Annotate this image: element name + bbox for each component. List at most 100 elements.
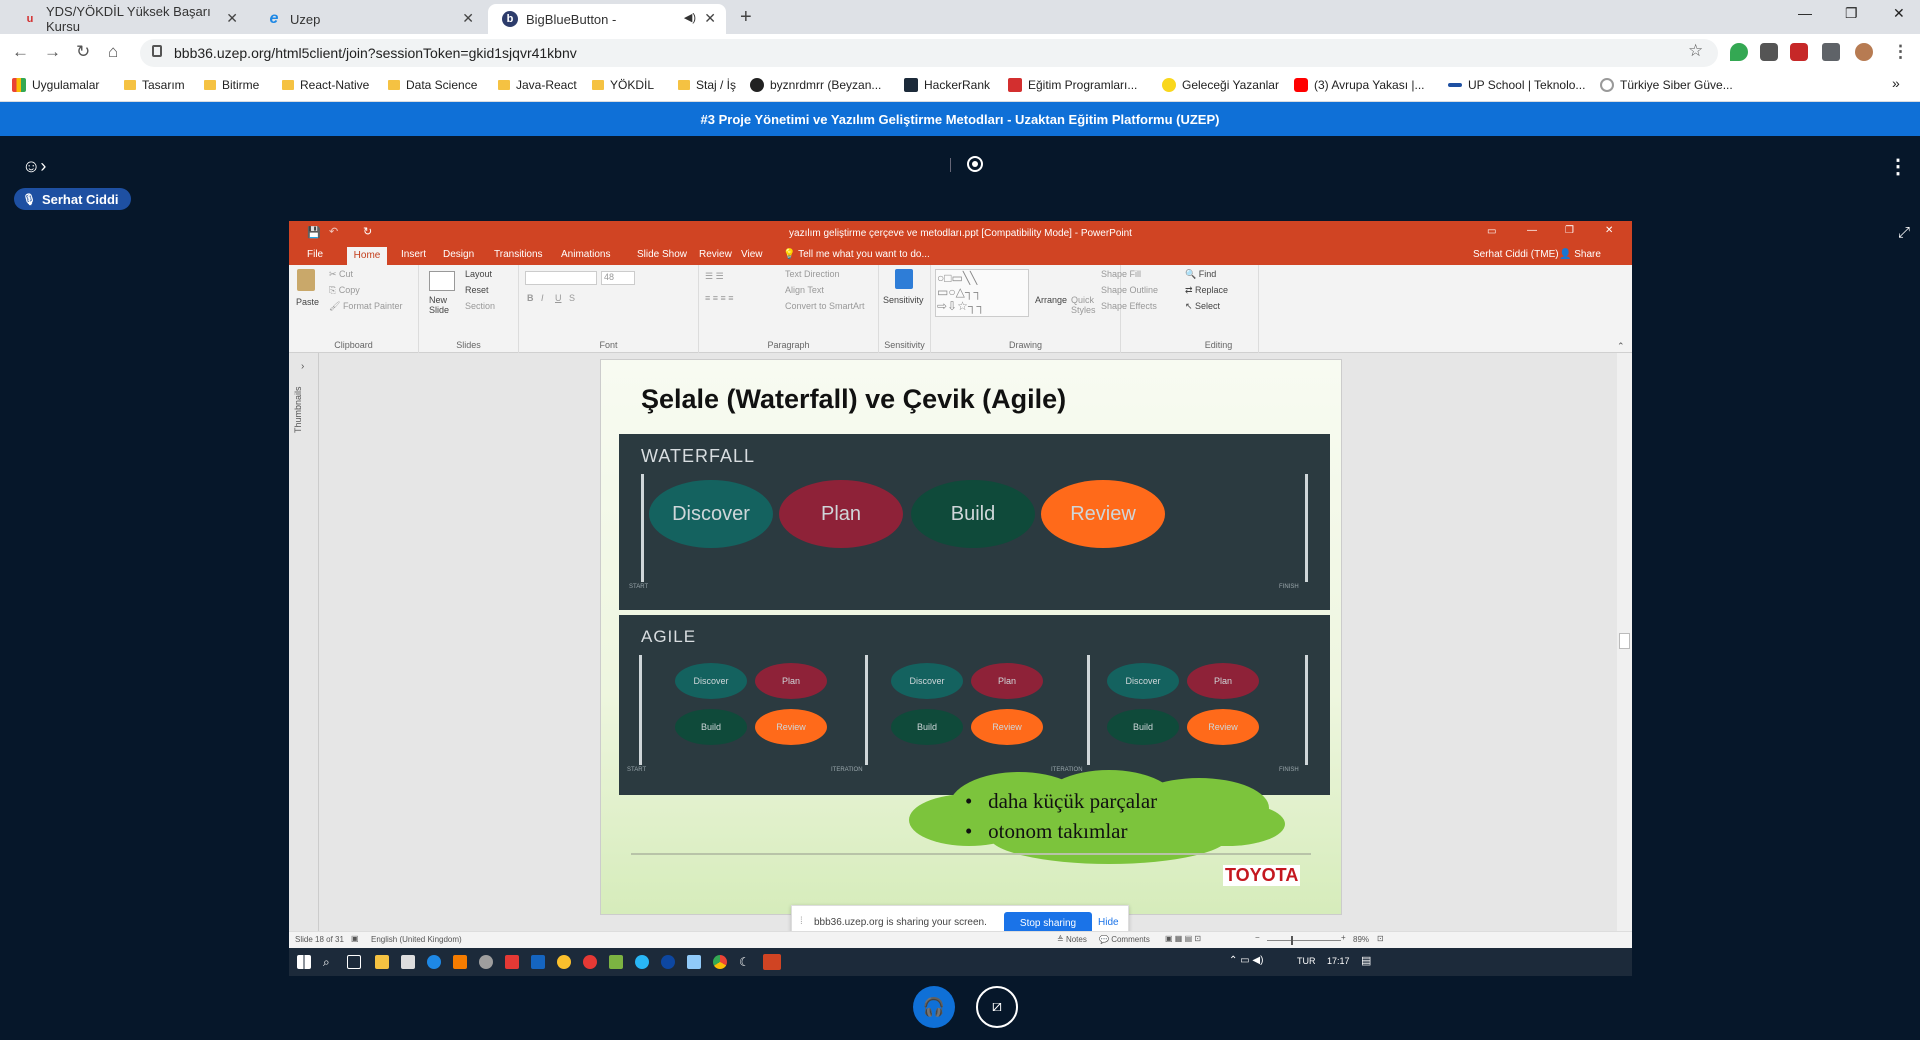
- paste-icon[interactable]: [297, 269, 315, 291]
- close-window-icon[interactable]: ✕: [1893, 5, 1905, 22]
- bullets-icon[interactable]: ☰ ☰: [705, 271, 724, 282]
- fit-slide-icon[interactable]: ⊡: [1377, 934, 1384, 943]
- convert-smartart-button[interactable]: Convert to SmartArt: [785, 301, 865, 311]
- shape-outline-button[interactable]: Shape Outline: [1101, 285, 1158, 295]
- slide-canvas[interactable]: Şelale (Waterfall) ve Çevik (Agile) WATE…: [600, 359, 1342, 915]
- spellcheck-icon[interactable]: ▣: [351, 934, 359, 943]
- bookmark-folder[interactable]: Staj / İş: [678, 78, 736, 92]
- find-button[interactable]: 🔍 Find: [1185, 269, 1216, 280]
- bookmark-folder[interactable]: Tasarım: [124, 78, 185, 92]
- zoom-out-icon[interactable]: −: [1255, 933, 1260, 942]
- scroll-thumb[interactable]: [1619, 633, 1630, 649]
- undo-icon[interactable]: ↶: [329, 225, 338, 238]
- user-list-toggle-icon[interactable]: ☺›: [22, 156, 46, 177]
- tell-me-input[interactable]: 💡 Tell me what you want to do...: [783, 249, 930, 260]
- windows-start-icon[interactable]: [297, 955, 311, 969]
- drag-handle-icon[interactable]: ⁞: [800, 916, 803, 927]
- thumbnails-pane[interactable]: › Thumbnails: [289, 353, 319, 931]
- new-slide-icon[interactable]: [429, 271, 455, 291]
- tab-design[interactable]: Design: [443, 249, 474, 260]
- font-name-input[interactable]: [525, 271, 597, 285]
- bookmark-hackerrank[interactable]: HackerRank: [904, 78, 990, 92]
- close-icon[interactable]: ✕: [226, 10, 238, 27]
- forward-icon[interactable]: →: [44, 42, 61, 62]
- bookmark-siber[interactable]: Türkiye Siber Güve...: [1600, 78, 1733, 92]
- tab-view[interactable]: View: [741, 249, 763, 260]
- tab-bbb[interactable]: b BigBlueButton - ◀) ✕: [488, 4, 726, 34]
- chrome-icon[interactable]: [713, 955, 727, 969]
- tab-home[interactable]: Home: [347, 247, 387, 265]
- speaker-icon[interactable]: ◀): [684, 11, 696, 24]
- format-painter-button[interactable]: 🖌 Format Painter: [329, 301, 402, 312]
- shape-fill-button[interactable]: Shape Fill: [1101, 269, 1141, 279]
- close-icon[interactable]: ✕: [462, 10, 474, 27]
- notes-button[interactable]: ≜ Notes: [1057, 935, 1087, 944]
- app-icon[interactable]: ☾: [739, 955, 753, 969]
- file-explorer-icon[interactable]: [375, 955, 389, 969]
- tab-insert[interactable]: Insert: [401, 249, 426, 260]
- extension-icon[interactable]: [1760, 43, 1778, 61]
- bookmark-apps[interactable]: Uygulamalar: [12, 78, 99, 92]
- skype-icon[interactable]: [635, 955, 649, 969]
- bookmark-programs[interactable]: Eğitim Programları...: [1008, 78, 1137, 92]
- outlook-icon[interactable]: [531, 955, 545, 969]
- section-button[interactable]: Section: [465, 301, 495, 311]
- arrange-button[interactable]: Arrange: [1035, 295, 1067, 305]
- bookmark-folder[interactable]: Data Science: [388, 78, 477, 92]
- align-icon[interactable]: ≡ ≡ ≡ ≡: [705, 293, 734, 303]
- record-icon[interactable]: [967, 156, 983, 172]
- bookmark-upschool[interactable]: UP School | Teknolo...: [1448, 78, 1585, 92]
- restore-icon[interactable]: ❐: [1565, 225, 1574, 236]
- audio-headphones-button[interactable]: 🎧: [913, 986, 955, 1028]
- comments-button[interactable]: 💬 Comments: [1099, 935, 1150, 944]
- powerpoint-icon[interactable]: [763, 954, 781, 970]
- clock[interactable]: 17:17: [1327, 956, 1350, 966]
- lock-icon[interactable]: [152, 45, 162, 57]
- font-size-input[interactable]: 48: [601, 271, 635, 285]
- restore-icon[interactable]: ❐: [1845, 5, 1858, 22]
- star-icon[interactable]: ☆: [1688, 41, 1703, 61]
- url-input[interactable]: bbb36.uzep.org/html5client/join?sessionT…: [140, 39, 1718, 67]
- system-tray-icons[interactable]: ⌃ ▭ ◀): [1229, 955, 1263, 966]
- text-direction-button[interactable]: Text Direction: [785, 269, 840, 279]
- select-button[interactable]: ↖ Select: [1185, 301, 1220, 312]
- close-icon[interactable]: ✕: [704, 10, 716, 27]
- app-icon[interactable]: [609, 955, 623, 969]
- options-menu-icon[interactable]: ⋮: [1888, 154, 1908, 179]
- puzzle-icon[interactable]: [1822, 43, 1840, 61]
- italic-icon[interactable]: I: [541, 293, 544, 303]
- back-icon[interactable]: ←: [12, 42, 29, 62]
- bookmark-folder[interactable]: Java-React: [498, 78, 577, 92]
- quick-styles-button[interactable]: Quick Styles: [1071, 295, 1101, 315]
- close-icon[interactable]: ✕: [1605, 225, 1613, 236]
- align-text-button[interactable]: Align Text: [785, 285, 824, 295]
- zoom-in-icon[interactable]: +: [1341, 933, 1346, 942]
- copy-button[interactable]: ⎘ Copy: [329, 285, 360, 296]
- tab-transitions[interactable]: Transitions: [494, 249, 543, 260]
- expand-icon[interactable]: ›: [301, 361, 304, 372]
- underline-icon[interactable]: U: [555, 293, 562, 303]
- ppt-user-name[interactable]: Serhat Ciddi (TME): [1473, 249, 1559, 260]
- share-button[interactable]: 👤 Share: [1559, 249, 1601, 260]
- bookmark-folder[interactable]: React-Native: [282, 78, 369, 92]
- ribbon-display-icon[interactable]: ▭: [1487, 226, 1496, 237]
- bookmark-github[interactable]: byznrdmrr (Beyzan...: [750, 78, 881, 92]
- vertical-scrollbar[interactable]: [1617, 353, 1632, 931]
- sensitivity-icon[interactable]: [895, 269, 913, 289]
- reset-button[interactable]: Reset: [465, 285, 489, 295]
- search-icon[interactable]: ⌕: [323, 955, 337, 969]
- bookmark-folder[interactable]: Bitirme: [204, 78, 259, 92]
- bookmark-youtube[interactable]: (3) Avrupa Yakası |...: [1294, 78, 1425, 92]
- tab-yds[interactable]: u YDS/YÖKDİL Yüksek Başarı Kursu ✕: [8, 4, 248, 34]
- sensitivity-button[interactable]: Sensitivity: [883, 295, 924, 305]
- edge-icon[interactable]: [661, 955, 675, 969]
- strikethrough-icon[interactable]: S: [569, 293, 575, 303]
- tab-file[interactable]: File: [307, 249, 323, 260]
- bookmark-gy[interactable]: Geleceği Yazanlar: [1162, 78, 1279, 92]
- fullscreen-icon[interactable]: ⤢: [1898, 224, 1910, 241]
- task-view-icon[interactable]: [347, 955, 361, 969]
- cut-button[interactable]: ✂ Cut: [329, 269, 353, 280]
- tab-animations[interactable]: Animations: [561, 249, 610, 260]
- filezilla-icon[interactable]: [505, 955, 519, 969]
- tab-slide-show[interactable]: Slide Show: [637, 249, 687, 260]
